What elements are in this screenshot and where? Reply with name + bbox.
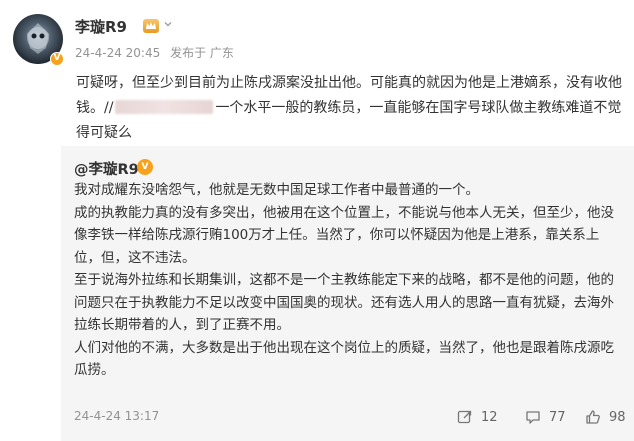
verified-badge-icon: V [50, 52, 64, 66]
repost-timestamp[interactable]: 24-4-24 13:17 [74, 409, 159, 423]
reposted-content[interactable]: @李璇R9 V 我对成耀东没啥怨气，他就是无数中国足球工作者中最普通的一个。 成… [61, 146, 634, 441]
repost-paragraph: 我对成耀东没啥怨气，他就是无数中国足球工作者中最普通的一个。 [74, 182, 479, 198]
share-icon [457, 410, 472, 424]
comment-count: 77 [549, 409, 566, 425]
repost-paragraph: 成的执教能力真的没有多突出，他被用在这个位置上，不能说与他本人无关，但至少，他没… [74, 204, 614, 266]
repost-paragraph: 至于说海外拉练和长期集训，这都不是一个主教练能定下来的战略，都不是他的问题，他的… [74, 272, 614, 333]
chevron-down-icon[interactable] [162, 18, 174, 33]
share-button[interactable]: 12 [457, 407, 498, 427]
repost-body: 我对成耀东没啥怨气，他就是无数中国足球工作者中最普通的一个。 成的执教能力真的没… [74, 179, 626, 382]
like-icon [586, 410, 600, 424]
like-count: 98 [609, 409, 626, 425]
share-count: 12 [481, 409, 498, 425]
repost-author[interactable]: @李璇R9 [74, 158, 139, 179]
like-button[interactable]: 98 [585, 407, 626, 427]
repost-footer: 24-4-24 13:17 12 77 98 [74, 407, 626, 427]
comment-icon [526, 411, 540, 424]
crown-level-icon [143, 19, 159, 33]
blurred-mention [115, 100, 214, 114]
repost-verified-badge-icon: V [137, 159, 153, 175]
repost-paragraph: 人们对他的不满，大多数是出于他出现在这个岗位上的质疑，当然了，他也是跟着陈戌源吃… [74, 339, 614, 379]
post-source: 发布于 广东 [170, 46, 234, 60]
post-meta: 24-4-24 20:45 发布于 广东 [75, 44, 240, 61]
weibo-post: V 李璇R9 24-4-24 20:45 发布于 广东 可疑呀，但至少到目前为止… [0, 0, 634, 146]
comment-button[interactable]: 77 [525, 407, 566, 427]
post-body: 可疑呀，但至少到目前为止陈戌源案没扯出他。可能真的就因为他是上港嫡系，没有收他钱… [76, 71, 624, 146]
post-timestamp[interactable]: 24-4-24 20:45 [75, 46, 160, 60]
post-author[interactable]: 李璇R9 [75, 16, 127, 37]
